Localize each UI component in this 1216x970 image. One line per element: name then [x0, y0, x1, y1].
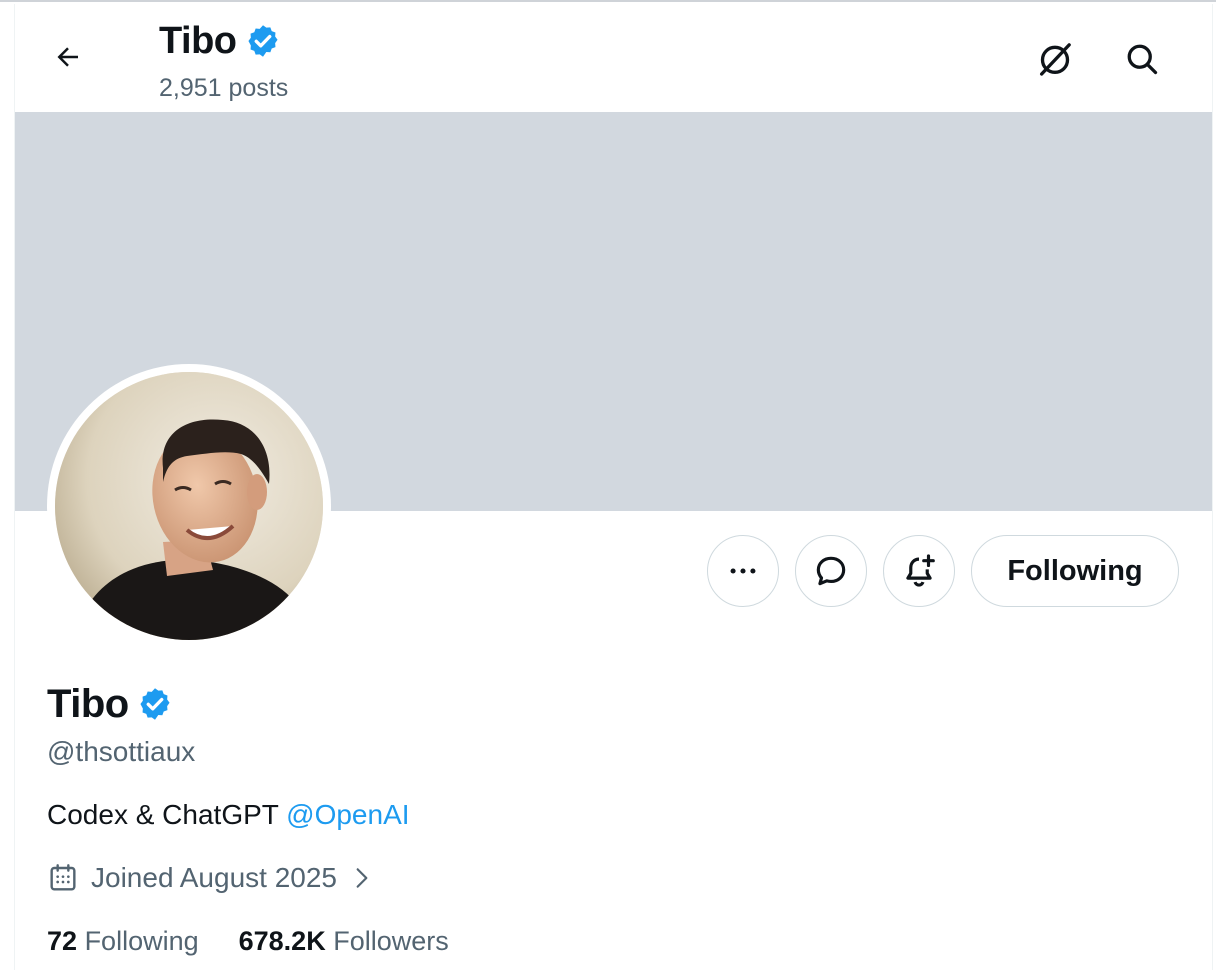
joined-date-row[interactable]: Joined August 2025	[47, 862, 375, 894]
bio-mention-link[interactable]: @OpenAI	[286, 799, 409, 830]
chevron-right-icon	[356, 868, 368, 888]
avatar-photo	[55, 372, 323, 640]
back-arrow-icon	[57, 47, 78, 67]
profile-name: Tibo	[47, 682, 129, 726]
verified-badge-icon	[247, 25, 278, 57]
message-bubble-icon	[816, 556, 846, 586]
more-dots-icon	[730, 568, 756, 574]
grok-button[interactable]	[1032, 36, 1078, 82]
verified-badge-icon[interactable]	[137, 686, 173, 722]
avatar	[55, 372, 323, 640]
profile-bio: Codex & ChatGPT @OpenAI	[47, 799, 410, 831]
following-count-link[interactable]: 72 Following	[47, 926, 199, 957]
following-button[interactable]: Following	[971, 535, 1179, 607]
posts-count: 2,951 posts	[159, 74, 289, 102]
calendar-icon	[50, 864, 76, 891]
bell-plus-icon	[906, 554, 935, 587]
followers-count: 678.2K	[238, 926, 326, 956]
follow-stats: 72 Following 678.2K Followers	[47, 926, 449, 957]
search-icon	[1127, 44, 1158, 75]
profile-name-row: Tibo	[47, 680, 173, 728]
message-button[interactable]	[795, 535, 867, 607]
column-divider-right	[1212, 4, 1213, 970]
notify-button[interactable]	[883, 535, 955, 607]
profile-page: Tibo 2,951 posts Following Tibo @thsotti…	[0, 0, 1216, 970]
followers-count-link[interactable]: 678.2K Followers	[239, 926, 449, 957]
grok-icon	[1040, 43, 1071, 76]
followers-label: Followers	[333, 926, 449, 956]
header-title: Tibo	[159, 18, 281, 64]
search-button[interactable]	[1119, 36, 1165, 82]
joined-date-text: Joined August 2025	[91, 862, 337, 893]
header-name: Tibo	[159, 20, 237, 62]
back-button[interactable]	[45, 34, 91, 80]
more-options-button[interactable]	[707, 535, 779, 607]
following-label: Following	[84, 926, 199, 956]
bio-text: Codex & ChatGPT	[47, 799, 287, 830]
avatar-button[interactable]	[47, 364, 331, 648]
profile-header-bar: Tibo 2,951 posts	[15, 4, 1212, 112]
following-count: 72	[47, 926, 78, 956]
profile-handle: @thsottiaux	[47, 736, 196, 767]
